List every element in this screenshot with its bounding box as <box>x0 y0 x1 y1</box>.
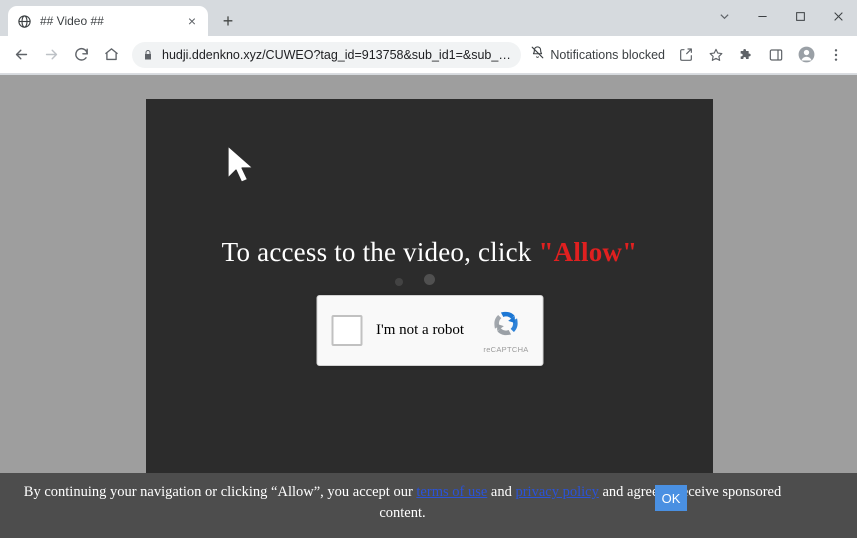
headline-prefix: To access to the video, click <box>221 237 539 267</box>
consent-ok-button[interactable]: OK <box>655 485 687 511</box>
back-arrow-icon[interactable] <box>7 41 35 69</box>
consent-banner: By continuing your navigation or clickin… <box>0 473 857 538</box>
title-bar: ## Video ## × + <box>0 0 857 36</box>
puzzle-icon[interactable] <box>732 41 760 69</box>
three-dot-menu-icon[interactable] <box>822 41 850 69</box>
lock-icon <box>142 49 154 61</box>
bell-slash-icon <box>530 45 545 65</box>
browser-tab[interactable]: ## Video ## × <box>8 6 208 36</box>
consent-text-part1: By continuing your navigation or clickin… <box>23 484 417 500</box>
notifications-blocked-chip[interactable]: Notifications blocked <box>527 42 671 68</box>
tab-close-icon[interactable]: × <box>184 13 200 29</box>
browser-window: ## Video ## × + hudji.ddenkno.xyz/CUWEO?… <box>0 0 857 538</box>
home-icon[interactable] <box>97 41 125 69</box>
browser-toolbar: hudji.ddenkno.xyz/CUWEO?tag_id=913758&su… <box>0 36 857 74</box>
recaptcha-brand-label: reCAPTCHA <box>483 344 529 354</box>
mouse-cursor-icon <box>224 144 258 186</box>
recaptcha-brand: reCAPTCHA <box>474 308 538 354</box>
recaptcha-widget[interactable]: I'm not a robot reCAPTCHA <box>316 295 543 366</box>
minimize-icon[interactable] <box>743 0 781 32</box>
avatar-icon[interactable] <box>792 41 820 69</box>
side-panel-icon[interactable] <box>762 41 790 69</box>
share-icon[interactable] <box>672 41 700 69</box>
recaptcha-logo-icon <box>491 308 522 344</box>
tab-search-icon[interactable] <box>705 0 743 32</box>
globe-icon <box>16 13 32 29</box>
star-icon[interactable] <box>702 41 730 69</box>
privacy-policy-link[interactable]: privacy policy <box>515 484 598 500</box>
address-bar-url: hudji.ddenkno.xyz/CUWEO?tag_id=913758&su… <box>162 47 511 62</box>
consent-text-between: and <box>487 484 516 500</box>
window-controls <box>705 0 857 36</box>
headline-allow: "Allow" <box>538 237 638 267</box>
address-bar[interactable]: hudji.ddenkno.xyz/CUWEO?tag_id=913758&su… <box>132 41 522 68</box>
reload-icon[interactable] <box>67 41 95 69</box>
page-viewport: To access to the video, click "Allow" I'… <box>0 75 857 538</box>
recaptcha-checkbox[interactable] <box>331 315 362 346</box>
new-tab-button[interactable]: + <box>214 7 242 35</box>
recaptcha-label: I'm not a robot <box>376 322 465 338</box>
maximize-icon[interactable] <box>781 0 819 32</box>
close-icon[interactable] <box>819 0 857 32</box>
video-player[interactable]: To access to the video, click "Allow" I'… <box>146 99 713 530</box>
terms-of-use-link[interactable]: terms of use <box>416 484 487 500</box>
page-title: To access to the video, click "Allow" <box>146 237 713 268</box>
tab-title: ## Video ## <box>40 14 104 28</box>
forward-arrow-icon[interactable] <box>37 41 65 69</box>
notifications-blocked-label: Notifications blocked <box>550 47 665 62</box>
